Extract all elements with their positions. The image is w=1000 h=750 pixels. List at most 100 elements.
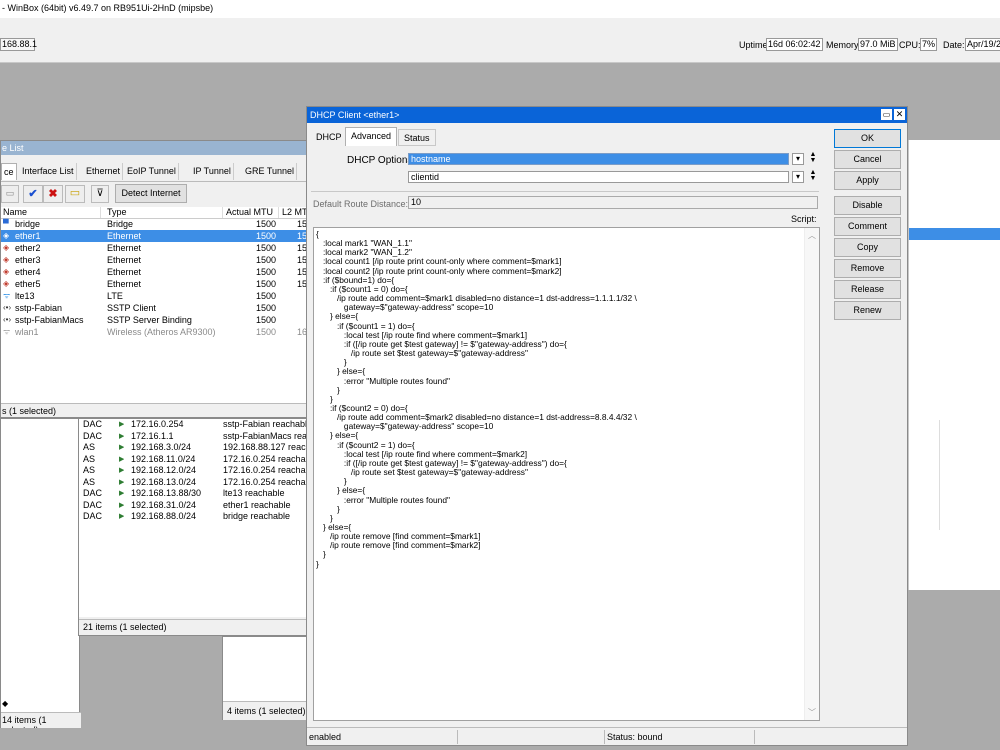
iface-tab-4[interactable]: IP Tunnel (191, 163, 234, 180)
iface-tab-5[interactable]: GRE Tunnel (243, 163, 298, 180)
address-field[interactable]: 168.88.1 (0, 38, 37, 51)
dialog-statusbar: enabled Status: bound (307, 727, 907, 746)
close-icon[interactable]: ✕ (894, 109, 905, 120)
ok-button[interactable]: OK (834, 129, 901, 148)
route-gateway: lte13 reachable (223, 488, 285, 498)
iface-row[interactable]: ᯤ wlan1 Wireless (Atheros AR9300) 1500 16 (1, 326, 309, 338)
expand-arrow-icon[interactable]: ▶ (119, 488, 124, 499)
iface-cell-mtu: 1500 (255, 291, 276, 301)
iface-tab-0[interactable]: ce (1, 163, 17, 180)
iface-cell-type: Ethernet (107, 267, 142, 277)
iface-tab-2[interactable]: Ethernet (84, 163, 124, 180)
route-row[interactable]: DAC ▶ 192.168.13.88/30 lte13 reachable (79, 488, 307, 499)
iface-col-header[interactable]: Type (105, 207, 223, 218)
tab-status[interactable]: Status (398, 129, 436, 146)
detect-internet-button[interactable]: Detect Internet (115, 184, 187, 203)
iface-tabs: ce Interface List Ethernet EoIP Tunnel IP Tu… (1, 163, 323, 182)
iface-row[interactable]: ◈ ether4 Ethernet 1500 15 (1, 266, 309, 278)
iface-cell-type: Ethernet (107, 243, 142, 253)
iface-row[interactable]: ‹•› sstp-FabianMacs SSTP Server Binding 150… (1, 314, 309, 326)
iface-row[interactable]: ◈ ether3 Ethernet 1500 15 (1, 254, 309, 266)
expand-arrow-icon[interactable]: ▶ (119, 431, 124, 442)
app-titlebar: - WinBox (64bit) v6.49.7 on RB951Ui-2HnD… (0, 0, 1000, 19)
route-dst: 192.168.13.88/30 (131, 488, 202, 498)
disable-button[interactable]: ✖ (43, 185, 63, 203)
dialog-title: DHCP Client <ether1> (310, 110, 400, 120)
ethernet-icon: ◈ (3, 279, 10, 288)
ethernet-icon: ◈ (3, 267, 10, 276)
filter-icon[interactable]: ⊽ (91, 185, 109, 203)
route-dst: 172.16.1.1 (131, 430, 174, 441)
comment-icon[interactable]: ▭ (65, 185, 85, 203)
iface-row[interactable]: ▀ bridge Bridge 1500 15 (1, 218, 309, 230)
route-row[interactable]: AS ▶ 192.168.12.0/24 172.16.0.254 reachab (79, 465, 307, 476)
dhcp-options-label: DHCP Options: (347, 155, 416, 166)
comment-button[interactable]: Comment (834, 217, 901, 236)
route-row[interactable]: AS ▶ 192.168.11.0/24 172.16.0.254 reachab (79, 454, 307, 465)
iface-cell-type: SSTP Client (107, 303, 156, 313)
ethernet-icon: ◈ (3, 231, 10, 240)
iface-cell-name: ether4 (15, 267, 41, 277)
minus-button[interactable]: ▭ (1, 185, 19, 203)
copy-button[interactable]: Copy (834, 238, 901, 257)
iface-cell-name: sstp-FabianMacs (15, 315, 84, 325)
option2-updown-icon[interactable]: ▲ ▼ (808, 169, 818, 184)
route-flags: AS (83, 442, 96, 452)
script-label: Script: (791, 214, 817, 224)
disable-button[interactable]: Disable (834, 196, 901, 215)
restore-icon[interactable]: ▭ (881, 109, 892, 120)
route-dst: 172.16.0.254 (131, 419, 184, 429)
memory-value: 97.0 MiB (858, 38, 898, 51)
route-flags: DAC (83, 511, 103, 521)
remove-button[interactable]: Remove (834, 259, 901, 278)
iface-row[interactable]: ◈ ether1 Ethernet 1500 15 (1, 230, 309, 242)
route-row[interactable]: AS ▶ 192.168.3.0/24 192.168.88.127 reach (79, 442, 307, 453)
option1-dropdown-icon[interactable]: ▾ (792, 153, 804, 165)
iface-row[interactable]: ◈ ether2 Ethernet 1500 15 (1, 242, 309, 254)
iface-row[interactable]: ‹•› sstp-Fabian SSTP Client 1500 (1, 302, 309, 314)
iface-col-header[interactable]: Name (1, 207, 101, 218)
expand-arrow-icon[interactable]: ▶ (119, 465, 124, 476)
status-bound: Status: bound (607, 732, 663, 742)
renew-button[interactable]: Renew (834, 301, 901, 320)
enable-button[interactable]: ✔ (23, 185, 43, 203)
lte-icon: ᯤ (3, 291, 11, 300)
iface-tab-3[interactable]: EoIP Tunnel (125, 163, 179, 180)
route-dst: 192.168.31.0/24 (131, 499, 197, 510)
route-gateway: bridge reachable (223, 511, 291, 521)
iface-cell-type: Ethernet (107, 231, 142, 241)
expand-arrow-icon[interactable]: ▶ (119, 454, 124, 465)
option2-dropdown-icon[interactable]: ▾ (792, 171, 804, 183)
iface-row[interactable]: ◈ ether5 Ethernet 1500 15 (1, 278, 309, 290)
route-row[interactable]: DAC ▶ 172.16.0.254 sstp-Fabian reachable (79, 419, 307, 430)
expand-arrow-icon[interactable]: ▶ (119, 477, 124, 488)
script-scrollbar[interactable]: ︿ ﹀ (804, 228, 819, 720)
status-enabled: enabled (309, 732, 342, 742)
separator (311, 191, 819, 192)
dhcp-option-hostname[interactable]: hostname (408, 153, 789, 165)
tab-advanced[interactable]: Advanced (345, 127, 398, 146)
iface-row[interactable]: ᯤ lte13 LTE 1500 (1, 290, 309, 302)
route-gateway: 172.16.0.254 reachab (223, 453, 307, 464)
iface-col-header[interactable]: Actual MTU (224, 207, 279, 218)
route-row[interactable]: DAC ▶ 192.168.88.0/24 bridge reachable (79, 511, 307, 522)
cancel-button[interactable]: Cancel (834, 150, 901, 169)
iface-cell-mtu: 1500 (255, 303, 276, 313)
route-row[interactable]: DAC ▶ 192.168.31.0/24 ether1 reachable (79, 500, 307, 511)
scroll-left-arrow[interactable]: ◆ (2, 699, 14, 711)
iface-cell-name: ether1 (15, 231, 41, 241)
expand-arrow-icon[interactable]: ▶ (119, 419, 124, 430)
apply-button[interactable]: Apply (834, 171, 901, 190)
option1-updown-icon[interactable]: ▲ ▼ (808, 151, 818, 166)
tab-dhcp[interactable]: DHCP (311, 129, 347, 146)
script-editor[interactable]: { :local mark1 "WAN_1.1" :local mark2 "W… (313, 227, 820, 721)
iface-tab-1[interactable]: Interface List (20, 163, 77, 180)
dhcp-option-clientid[interactable]: clientid (408, 171, 789, 183)
route-row[interactable]: DAC ▶ 172.16.1.1 sstp-FabianMacs reac (79, 431, 307, 442)
release-button[interactable]: Release (834, 280, 901, 299)
expand-arrow-icon[interactable]: ▶ (119, 442, 124, 453)
expand-arrow-icon[interactable]: ▶ (119, 511, 124, 522)
expand-arrow-icon[interactable]: ▶ (119, 500, 124, 511)
route-row[interactable]: AS ▶ 192.168.13.0/24 172.16.0.254 reachab (79, 477, 307, 488)
route-gateway: 192.168.88.127 reach (223, 442, 307, 452)
